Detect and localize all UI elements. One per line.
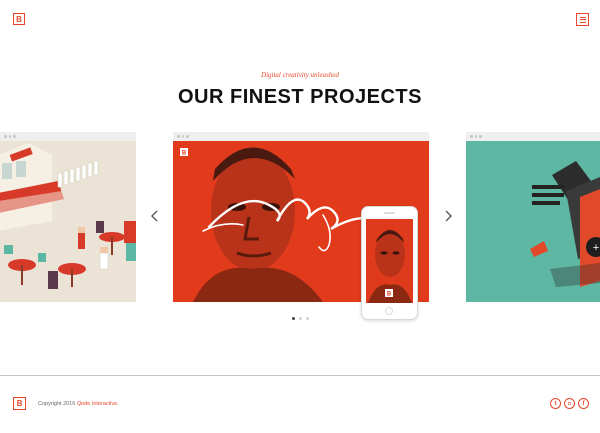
instagram-icon[interactable]: ◘ [564, 398, 575, 409]
slide-image-abstract: + [466, 141, 600, 302]
phone-screen: B [366, 219, 413, 303]
twitter-glyph: t [554, 400, 557, 407]
browser-chrome [0, 132, 136, 141]
slide-image-cafe [0, 141, 136, 302]
svg-text:+: + [593, 242, 599, 254]
carousel-pagination [292, 317, 309, 320]
browser-chrome [466, 132, 600, 141]
cafe-illustration [0, 141, 136, 302]
logo-letter: B [16, 14, 22, 24]
chevron-right-icon [445, 210, 452, 222]
hamburger-line [579, 21, 586, 23]
tagline: Digital creativity unleashed [261, 71, 339, 79]
pagination-dot[interactable] [306, 317, 309, 320]
pagination-dot[interactable] [299, 317, 302, 320]
abstract-illustration: + [466, 141, 600, 302]
svg-text:B: B [182, 151, 187, 157]
phone-home-button [385, 307, 393, 315]
carousel-prev-button[interactable] [148, 208, 162, 224]
carousel-slide-next[interactable]: + [466, 132, 600, 302]
phone-portrait: B [366, 219, 413, 303]
facebook-glyph: f [582, 400, 585, 407]
pagination-dot[interactable] [292, 317, 295, 320]
svg-text:B: B [387, 292, 392, 298]
footer: B Copyright 2016 Qode Interactive. t ◘ f [0, 375, 600, 433]
facebook-icon[interactable]: f [578, 398, 589, 409]
twitter-icon[interactable]: t [550, 398, 561, 409]
footer-logo[interactable]: B [13, 397, 26, 410]
instagram-glyph: ◘ [567, 400, 572, 407]
copyright-brand-link[interactable]: Qode Interactive. [77, 401, 119, 407]
hamburger-line [579, 16, 586, 18]
browser-chrome [173, 132, 429, 141]
chevron-left-icon [151, 210, 158, 222]
copyright-text: Copyright 2016 [38, 401, 76, 407]
page-title: OUR FINEST PROJECTS [178, 86, 422, 108]
phone-mockup: B [361, 206, 418, 320]
menu-button[interactable] [576, 13, 589, 26]
phone-speaker [384, 212, 395, 214]
carousel-slide-previous[interactable] [0, 132, 136, 302]
copyright: Copyright 2016 Qode Interactive. [38, 401, 119, 407]
logo[interactable]: B [13, 13, 25, 25]
carousel-next-button[interactable] [441, 208, 455, 224]
hamburger-line [579, 19, 586, 20]
footer-logo-letter: B [16, 399, 23, 408]
